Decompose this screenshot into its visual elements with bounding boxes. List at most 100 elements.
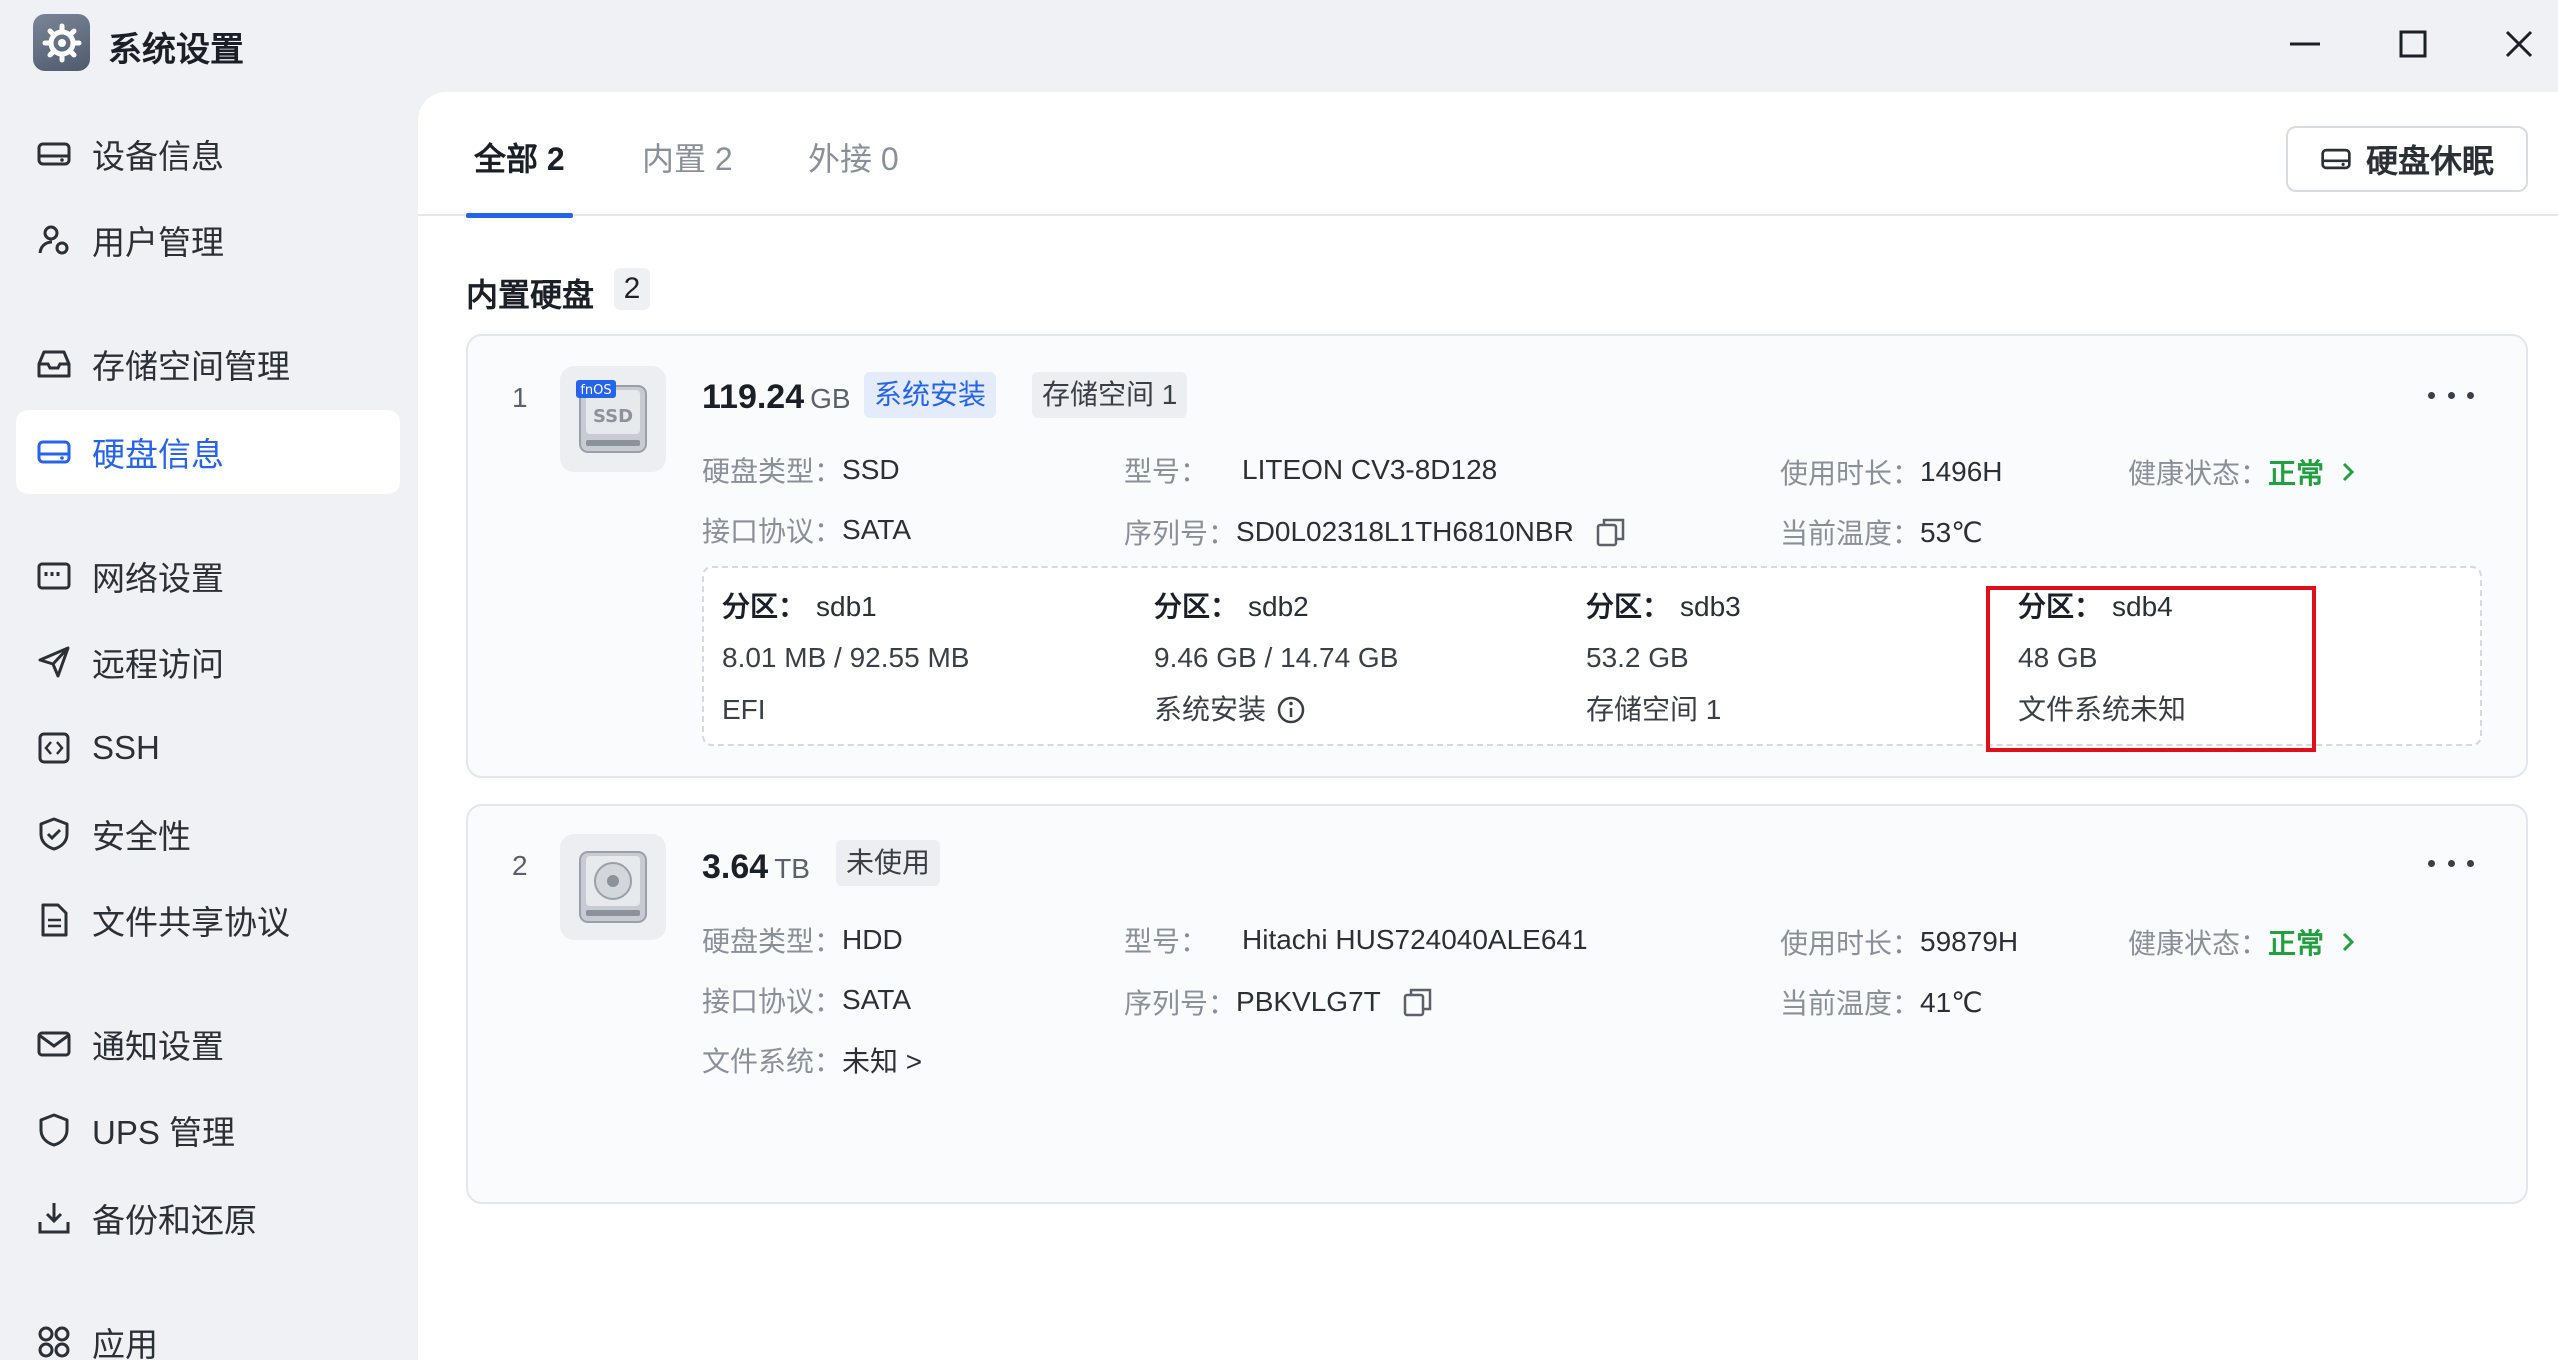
drive-icon [34,134,74,174]
copy-icon[interactable] [1401,985,1435,1019]
capacity-value: 3.64 [702,848,769,886]
tab-external[interactable]: 外接 0 [808,134,899,216]
sidebar-item-label: 文件共享协议 [92,904,290,941]
tab-all[interactable]: 全部 2 [466,134,573,218]
maximize-button[interactable] [2387,18,2439,70]
partition-list: 分区： sdb1 8.01 MB / 92.55 MB EFI 分区： sdb2 9… [702,566,2482,746]
tab-bar: 全部 2 内置 2 外接 0 硬盘休眠 [418,92,2558,218]
ssd-disk-icon: SSD fnOS [560,366,666,472]
disk-index: 1 [512,382,528,413]
sidebar-item-security[interactable]: 安全性 [16,792,400,876]
disk-capacity: 3.64 TB [702,848,810,887]
disk-index: 2 [512,850,528,881]
drive-icon [2320,143,2352,175]
chevron-right-icon[interactable] [2340,930,2356,954]
sidebar-item-storage[interactable]: 存储空间管理 [16,322,400,406]
partition-item: 分区： sdb2 9.46 GB / 14.74 GB 系统安装 [1154,591,1399,725]
inbox-icon [34,344,74,384]
sidebar-item-device-info[interactable]: 设备信息 [16,112,400,196]
section-count-badge: 2 [614,268,650,310]
disk-model: 型号： LITEON CV3-8D128 [1124,454,1498,487]
sidebar-item-remote-access[interactable]: 远程访问 [16,620,400,704]
download-icon [34,1198,74,1238]
apps-icon [34,1322,74,1360]
copy-icon[interactable] [1594,515,1628,549]
sidebar-item-label: UPS 管理 [92,1114,236,1151]
network-icon [34,556,74,596]
maximize-icon [2399,30,2427,58]
minimize-button[interactable] [2279,18,2331,70]
user-icon [34,220,74,260]
sidebar-item-label: 备份和还原 [92,1202,257,1239]
sidebar-item-label: SSH [92,729,160,766]
sidebar-item-label: 设备信息 [92,138,224,175]
disk-temperature: 当前温度： 41℃ [1780,986,1983,1020]
sidebar-item-label: 应用 [92,1326,158,1360]
health-status: 正常 [2268,458,2325,489]
sidebar-item-disk-info[interactable]: 硬盘信息 [16,410,400,494]
tag-unused: 未使用 [836,840,941,886]
sidebar-item-label: 通知设置 [92,1028,224,1065]
sidebar-item-ups[interactable]: UPS 管理 [16,1088,400,1172]
disk-capacity: 119.24 GB [702,378,851,417]
disk-serial: 序列号： SD0L02318L1TH6810NBR [1124,512,1628,552]
sidebar-item-file-sharing[interactable]: 文件共享协议 [16,878,400,962]
disk-type: 硬盘类型： HDD [702,924,903,957]
tag-storage-space: 存储空间 1 [1032,372,1188,418]
more-options-button[interactable] [2428,380,2474,410]
main-panel: 全部 2 内置 2 外接 0 硬盘休眠 内置硬盘 2 1 SSD fnOS 11… [418,92,2558,1360]
partition-item: 分区： sdb4 48 GB 文件系统未知 [2018,591,2187,725]
disk-health: 健康状态： 正常 [2128,922,2356,962]
minimize-icon [2290,42,2320,46]
close-button[interactable] [2493,18,2545,70]
disk-card: 2 3.64 TB 未使用 硬盘类型： HDD 型号： Hitachi HUS724… [466,804,2528,1204]
sidebar-item-label: 远程访问 [92,646,224,683]
more-options-button[interactable] [2428,848,2474,878]
disk-filesystem[interactable]: 文件系统： 未知 > [702,1040,922,1080]
close-icon [2505,30,2533,58]
sidebar-item-network[interactable]: 网络设置 [16,534,400,618]
hdd-disk-icon [560,834,666,940]
sidebar-item-notifications[interactable]: 通知设置 [16,1002,400,1086]
disk-usage-hours: 使用时长： 59879H [1780,926,2019,959]
sidebar-item-label: 硬盘信息 [92,436,224,473]
capacity-unit: TB [774,853,810,884]
sidebar-item-ssh[interactable]: SSH [16,706,400,790]
mail-icon [34,1024,74,1064]
capacity-value: 119.24 [702,378,805,416]
shield-icon [34,1110,74,1150]
tab-internal[interactable]: 内置 2 [642,134,733,216]
disk-model: 型号： Hitachi HUS724040ALE641 [1124,924,1588,957]
sidebar-item-label: 用户管理 [92,224,224,261]
disk-interface: 接口协议： SATA [702,984,911,1017]
sidebar-item-label: 存储空间管理 [92,348,290,385]
disk-usage-hours: 使用时长： 1496H [1780,456,2003,489]
disk-interface: 接口协议： SATA [702,514,911,547]
disk-sleep-label: 硬盘休眠 [2365,143,2494,179]
code-icon [34,728,74,768]
disk-card: 1 SSD fnOS 119.24 GB 系统安装 存储空间 1 硬盘类型： SS… [466,334,2528,778]
info-icon[interactable] [1276,695,1306,725]
sidebar-item-label: 网络设置 [92,560,224,597]
disk-sleep-button[interactable]: 硬盘休眠 [2286,126,2528,192]
health-status: 正常 [2268,928,2325,959]
fnos-badge: fnOS [580,383,611,398]
disk-health: 健康状态： 正常 [2128,452,2356,492]
ssd-label: SSD [593,406,633,427]
title-bar: 系统设置 [0,0,2558,90]
disk-type: 硬盘类型： SSD [702,454,900,487]
send-icon [34,642,74,682]
file-icon [34,900,74,940]
sidebar-item-label: 安全性 [92,818,191,855]
chevron-right-icon[interactable] [2340,460,2356,484]
sidebar-item-user-management[interactable]: 用户管理 [16,198,400,282]
capacity-unit: GB [810,383,851,414]
disk-temperature: 当前温度： 53℃ [1780,516,1983,550]
gear-icon [33,14,90,71]
sidebar: 设备信息 用户管理 存储空间管理 硬盘信息 网络设置 远程访问 SSH 安全性 … [0,90,418,1360]
sidebar-item-backup[interactable]: 备份和还原 [16,1176,400,1260]
window-title: 系统设置 [108,31,244,69]
sidebar-item-apps[interactable]: 应用 [16,1300,400,1360]
partition-item: 分区： sdb1 8.01 MB / 92.55 MB EFI [722,591,970,725]
shield-check-icon [34,814,74,854]
